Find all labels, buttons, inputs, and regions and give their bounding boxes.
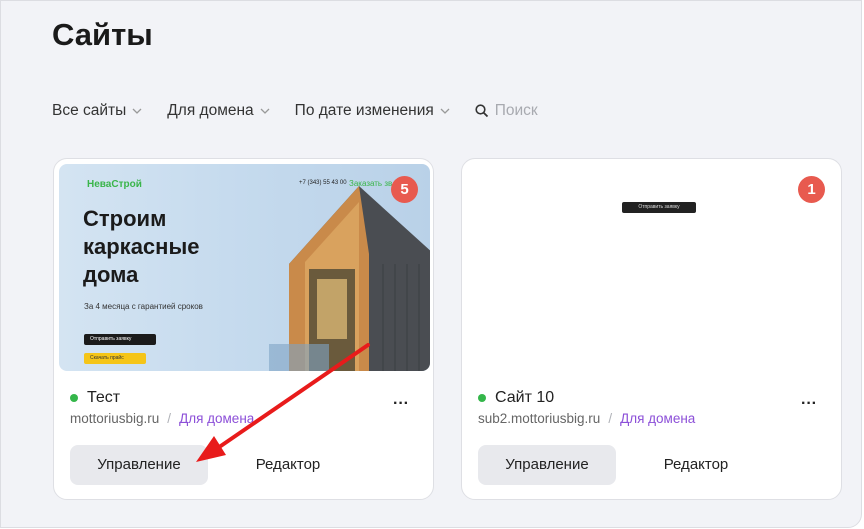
notification-badge: 5 — [391, 176, 418, 203]
domain-separator: / — [167, 411, 172, 426]
filter-for-domain-label: Для домена — [167, 102, 254, 119]
notification-badge: 1 — [798, 176, 825, 203]
search-box[interactable] — [475, 102, 585, 120]
thumb-subline: За 4 месяца с гарантией сроков — [84, 302, 203, 311]
thumb-btn-primary: Отправить заявку — [84, 334, 156, 345]
site-thumbnail[interactable]: Отправить заявку — [467, 164, 838, 371]
thumb-btn-secondary: Скачать прайс — [84, 353, 146, 364]
editor-button[interactable]: Редактор — [634, 445, 758, 485]
more-options-icon[interactable]: ··· — [801, 396, 817, 412]
filter-sort-label: По дате изменения — [294, 102, 434, 119]
thumb-logo: НеваСтрой — [87, 179, 142, 190]
filter-all-sites-label: Все сайты — [52, 102, 127, 119]
for-domain-link[interactable]: Для домена — [620, 411, 695, 426]
filter-bar: Все сайты Для домена По дате изменения — [52, 99, 585, 123]
thumb-snippet: Отправить заявку — [622, 202, 696, 213]
site-domain[interactable]: mottoriusbig.ru — [70, 411, 159, 426]
site-domain-row: mottoriusbig.ru / Для домена — [70, 411, 254, 426]
sites-panel: Сайты Все сайты Для домена По дате измен… — [0, 0, 862, 528]
site-thumbnail[interactable]: НеваСтрой +7 (343) 55 43 00 Заказать зв … — [59, 164, 430, 371]
site-domain-row: sub2.mottoriusbig.ru / Для домена — [478, 411, 695, 426]
thumb-headline-line-2: каркасные — [83, 234, 200, 259]
site-name: Сайт 10 — [495, 389, 555, 406]
status-dot-icon — [70, 394, 78, 402]
filter-all-sites[interactable]: Все сайты — [52, 102, 142, 120]
search-icon — [475, 104, 488, 118]
editor-button[interactable]: Редактор — [226, 445, 350, 485]
site-card[interactable]: Отправить заявку 1 Сайт 10 sub2.mottoriu… — [461, 158, 842, 500]
thumb-headline-line-3: дома — [83, 262, 139, 287]
house-illustration — [269, 186, 430, 371]
page-title: Сайты — [52, 17, 153, 52]
manage-button[interactable]: Управление — [478, 445, 616, 485]
status-dot-icon — [478, 394, 486, 402]
more-options-icon[interactable]: ··· — [393, 396, 409, 412]
manage-button[interactable]: Управление — [70, 445, 208, 485]
domain-separator: / — [608, 411, 613, 426]
filter-sort[interactable]: По дате изменения — [295, 102, 450, 120]
thumb-headline-line-1: Строим — [83, 206, 167, 231]
chevron-down-icon — [440, 108, 450, 114]
chevron-down-icon — [260, 108, 270, 114]
site-name-row: Тест — [70, 389, 120, 407]
for-domain-link[interactable]: Для домена — [179, 411, 254, 426]
site-card[interactable]: НеваСтрой +7 (343) 55 43 00 Заказать зв … — [53, 158, 434, 500]
chevron-down-icon — [132, 108, 142, 114]
thumb-headline: Строим каркасные дома — [83, 205, 273, 289]
filter-for-domain[interactable]: Для домена — [167, 102, 270, 120]
site-domain[interactable]: sub2.mottoriusbig.ru — [478, 411, 600, 426]
site-name: Тест — [87, 389, 121, 406]
site-name-row: Сайт 10 — [478, 389, 554, 407]
search-input[interactable] — [494, 102, 585, 120]
